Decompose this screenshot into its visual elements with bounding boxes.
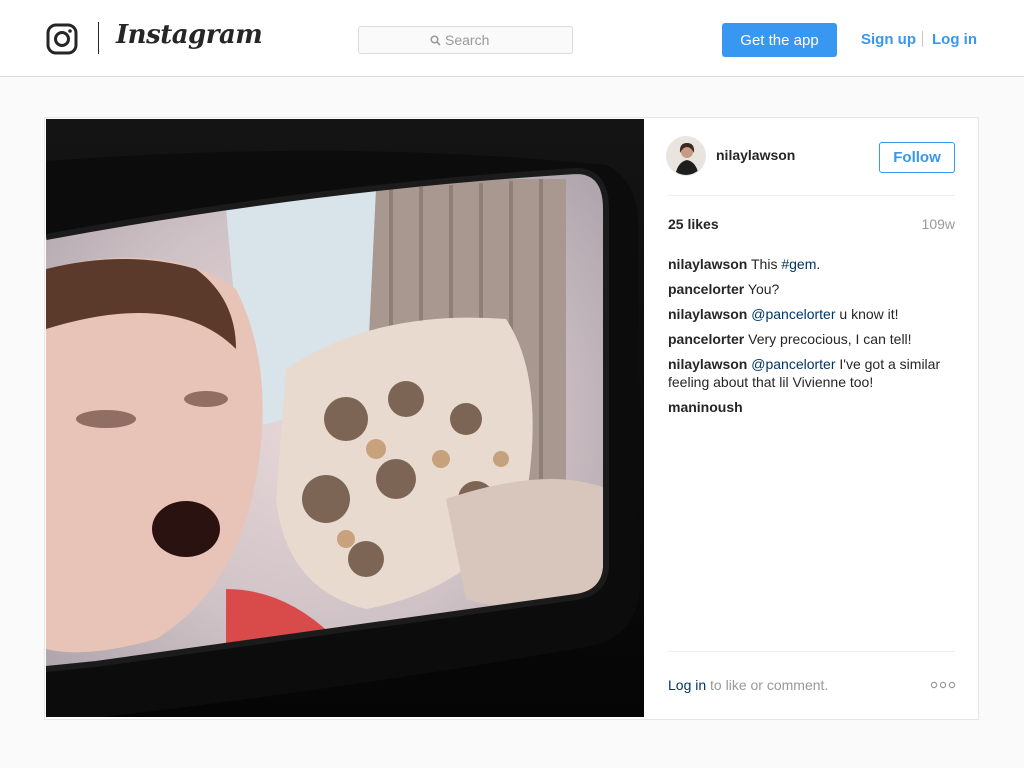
search-icon: [430, 35, 441, 46]
like-count[interactable]: 25 likes: [668, 216, 719, 232]
instagram-camera-icon[interactable]: [46, 23, 78, 55]
post-age[interactable]: 109w: [922, 216, 955, 232]
comment-text: You?: [744, 281, 780, 297]
instagram-wordmark[interactable]: Instagram: [116, 20, 263, 50]
comment-username[interactable]: nilaylawson: [668, 306, 747, 322]
comment-username[interactable]: nilaylawson: [668, 356, 747, 372]
post-photo[interactable]: [46, 119, 644, 717]
avatar-image: [667, 137, 705, 175]
comment-text: This: [747, 256, 782, 272]
comment-item: pancelorter You?: [668, 280, 958, 298]
post-sidebar: nilaylawson Follow 25 likes 109w nilayla…: [644, 118, 978, 719]
comment-text: Very precocious, I can tell!: [744, 331, 912, 347]
log-in-link[interactable]: Log in: [932, 31, 977, 48]
mention-link[interactable]: @pancelorter: [751, 356, 835, 372]
search-input[interactable]: [445, 31, 565, 49]
login-to-comment-link[interactable]: Log in: [668, 677, 706, 693]
comment-username[interactable]: maninoush: [668, 399, 743, 415]
auth-divider: [922, 31, 923, 47]
divider: [668, 195, 955, 196]
top-navigation-bar: Instagram Get the app Sign up Log in: [0, 0, 1024, 77]
comment-username[interactable]: pancelorter: [668, 331, 744, 347]
logo-divider: [98, 22, 99, 54]
comment-username[interactable]: pancelorter: [668, 281, 744, 297]
comment-item: nilaylawson This #gem.: [668, 255, 958, 273]
more-options-icon[interactable]: [930, 681, 956, 689]
comment-item: pancelorter Very precocious, I can tell!: [668, 330, 958, 348]
divider: [668, 651, 955, 652]
mention-link[interactable]: @pancelorter: [751, 306, 835, 322]
comment-item: maninoush: [668, 398, 958, 416]
comment-username[interactable]: nilaylawson: [668, 256, 747, 272]
post-username[interactable]: nilaylawson: [716, 147, 795, 163]
post-photo-image: [46, 119, 644, 717]
post-card: nilaylawson Follow 25 likes 109w nilayla…: [44, 117, 979, 720]
comment-item: nilaylawson @pancelorter I've got a simi…: [668, 355, 958, 391]
sign-up-link[interactable]: Sign up: [861, 31, 916, 48]
login-prompt-text: to like or comment.: [706, 677, 829, 693]
comment-item: nilaylawson @pancelorter u know it!: [668, 305, 958, 323]
comment-text: .: [816, 256, 821, 272]
hashtag-link[interactable]: #gem: [781, 256, 816, 272]
get-the-app-button[interactable]: Get the app: [722, 23, 837, 57]
login-prompt: Log in to like or comment.: [668, 677, 828, 693]
search-box[interactable]: [358, 26, 573, 54]
comment-list: nilaylawson This #gem. pancelorter You? …: [668, 255, 958, 423]
comment-text: u know it!: [835, 306, 899, 322]
avatar[interactable]: [666, 136, 706, 176]
follow-button[interactable]: Follow: [879, 142, 955, 173]
